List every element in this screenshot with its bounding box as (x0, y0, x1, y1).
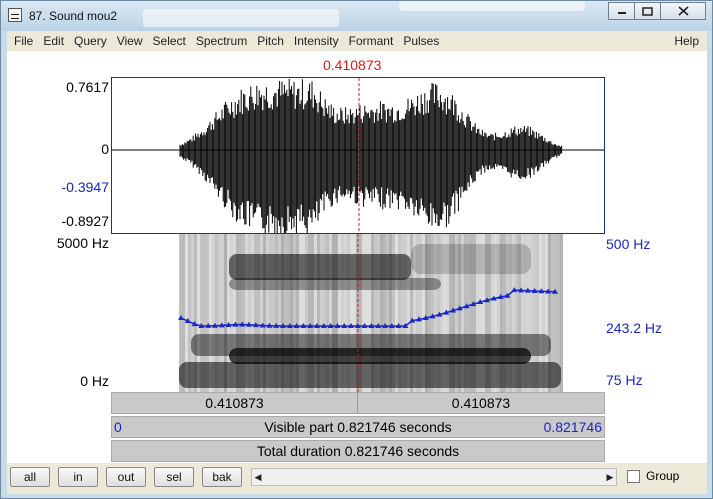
waveform-trace (179, 78, 563, 233)
total-duration-bar[interactable]: Total duration 0.821746 seconds (111, 440, 605, 462)
visible-end-label: 0.821746 (543, 419, 602, 435)
menu-select[interactable]: Select (148, 34, 191, 48)
minimize-icon (617, 12, 626, 14)
zoom-toolbar: all in out sel bak ◀ ▶ Group (7, 463, 707, 494)
menu-pulses[interactable]: Pulses (398, 34, 444, 48)
zoom-all-button[interactable]: all (10, 467, 50, 487)
menu-pitch[interactable]: Pitch (252, 34, 289, 48)
scroll-right-button[interactable]: ▶ (604, 469, 616, 485)
spectrogram-image (179, 234, 563, 392)
pitch-max-label: 500 Hz (606, 236, 651, 252)
total-duration-label: Total duration 0.821746 seconds (256, 443, 460, 459)
spectrogram-plot (178, 234, 563, 392)
time-scrollbar[interactable]: ◀ ▶ (251, 468, 617, 486)
waveform-plot (112, 78, 604, 233)
window-controls (608, 2, 706, 20)
cursor-time-label: 0.410873 (323, 57, 382, 73)
maximize-icon (642, 6, 653, 16)
zoom-in-button[interactable]: in (58, 467, 98, 487)
pitch-min-label: 75 Hz (606, 372, 643, 388)
praat-sound-window: 87. Sound mou2 File Edit Query View Sele… (0, 0, 713, 499)
selection-time-bar: 0.410873 0.410873 (111, 392, 605, 414)
zoom-out-button[interactable]: out (106, 467, 146, 487)
sound-editor-canvas[interactable]: 0.410873 0.7617 0 -0.3947 -0.8927 5000 H… (7, 51, 707, 493)
waveform-ymax-label: 0.7617 (66, 79, 109, 95)
menu-spectrum[interactable]: Spectrum (191, 34, 252, 48)
spectrogram-freq-max-label: 5000 Hz (56, 235, 109, 251)
app-icon (8, 8, 22, 22)
menu-bar: File Edit Query View Select Spectrum Pit… (7, 31, 707, 51)
group-checkbox[interactable]: Group (627, 469, 679, 483)
waveform-zero-label: 0 (101, 141, 109, 157)
menu-file[interactable]: File (9, 34, 38, 48)
menu-query[interactable]: Query (69, 34, 112, 48)
visible-part-label: Visible part 0.821746 seconds (264, 419, 452, 435)
spectrogram-panel[interactable] (111, 234, 605, 392)
menu-view[interactable]: View (112, 34, 148, 48)
menu-help[interactable]: Help (674, 34, 699, 48)
background-window-ghost (143, 9, 339, 27)
waveform-ymin-label: -0.8927 (61, 213, 109, 229)
zoom-back-button[interactable]: bak (202, 467, 242, 487)
pitch-cursor-label: 243.2 Hz (606, 320, 663, 336)
left-part-button[interactable]: 0.410873 (112, 393, 358, 413)
group-label: Group (646, 469, 680, 483)
visible-part-bar[interactable]: 0 Visible part 0.821746 seconds 0.821746 (111, 416, 605, 438)
right-part-button[interactable]: 0.410873 (358, 393, 604, 413)
menu-edit[interactable]: Edit (38, 34, 69, 48)
spectrogram-freq-min-label: 0 Hz (80, 373, 109, 389)
close-icon (677, 6, 689, 16)
menu-intensity[interactable]: Intensity (289, 34, 344, 48)
waveform-panel[interactable] (111, 77, 605, 234)
background-window-ghost (399, 1, 585, 11)
waveform-cursor-value-label: -0.3947 (61, 179, 109, 195)
checkbox-icon[interactable] (627, 469, 640, 483)
menu-formant[interactable]: Formant (344, 34, 399, 48)
window-title: 87. Sound mou2 (29, 9, 118, 23)
minimize-button[interactable] (608, 2, 635, 20)
close-button[interactable] (660, 2, 706, 20)
maximize-button[interactable] (634, 2, 661, 20)
scroll-left-button[interactable]: ◀ (252, 469, 264, 485)
triangle-left-icon: ◀ (254, 471, 262, 482)
title-bar[interactable]: 87. Sound mou2 (1, 1, 712, 31)
triangle-right-icon: ▶ (606, 471, 614, 482)
zoom-selection-button[interactable]: sel (154, 467, 194, 487)
editor-client-area: File Edit Query View Select Spectrum Pit… (7, 31, 707, 494)
